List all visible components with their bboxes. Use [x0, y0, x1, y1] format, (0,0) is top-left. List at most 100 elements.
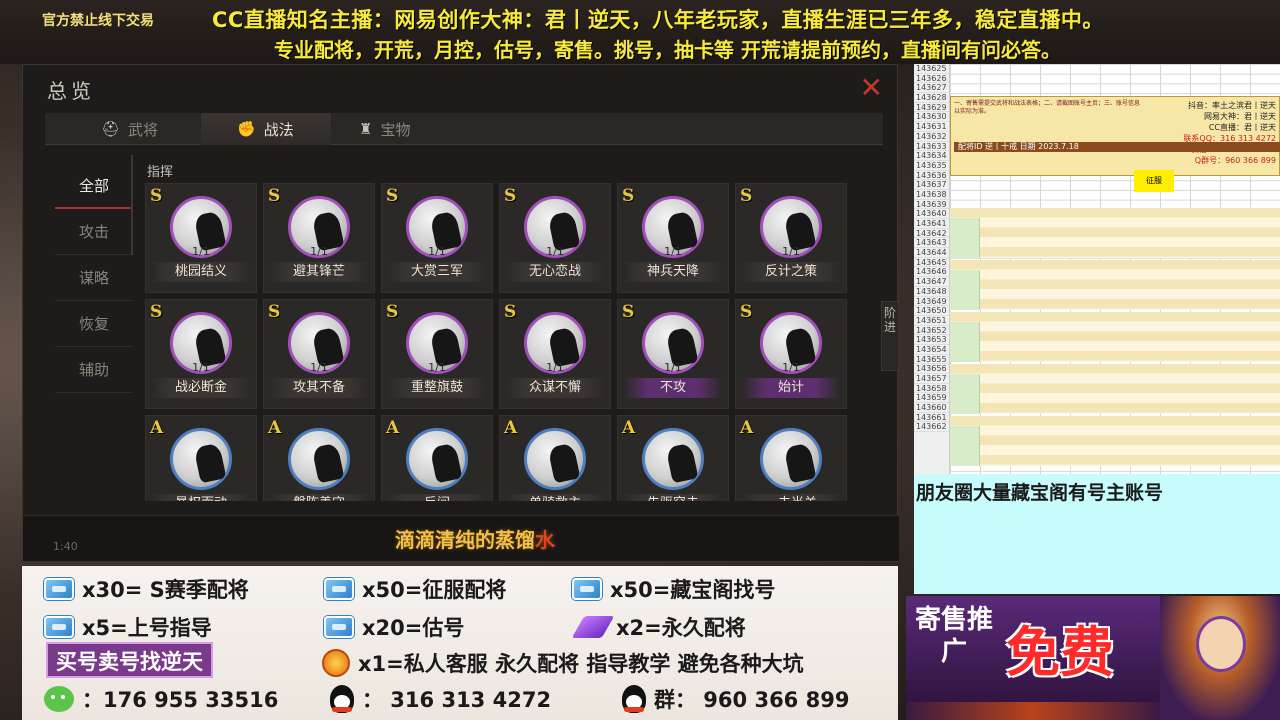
subtitle-caption: 滴滴清纯的蒸馏水	[395, 524, 555, 553]
row-number: 143652	[914, 326, 949, 336]
warrior-figure-icon	[783, 442, 817, 484]
skill-name: 战必断金	[152, 378, 250, 398]
skill-grade: S	[622, 186, 635, 206]
row-number: 143657	[914, 374, 949, 384]
sidebar-item-recover[interactable]: 恢复	[55, 301, 133, 347]
skill-level: 1/1	[192, 245, 210, 258]
trade-warning: 官方禁止线下交易	[42, 13, 154, 29]
price-text: x2=永久配将	[616, 616, 746, 640]
skill-card[interactable]: 1/1 S 不攻	[617, 299, 729, 409]
price-text: x50=藏宝阁找号	[610, 578, 776, 602]
skill-card[interactable]: A 单骑救主	[499, 415, 611, 501]
skill-card[interactable]: A 反间	[381, 415, 493, 501]
skill-portrait	[642, 428, 704, 490]
skill-name: 大赏三军	[388, 262, 486, 282]
skill-name: 桃园结义	[152, 262, 250, 282]
skill-name: 先驱突击	[624, 494, 722, 501]
row-number: 143642	[914, 229, 949, 239]
ticket-icon	[572, 578, 602, 600]
skill-name: 避其锋芒	[270, 262, 368, 282]
sheet-header-row: 配将ID 逆丨十戒 日期 2023.7.18	[954, 142, 1280, 152]
skill-card[interactable]: 1/1 S 战必断金	[145, 299, 257, 409]
advance-tab[interactable]: 阶进	[881, 301, 899, 371]
skill-card[interactable]: 1/1 S 无心恋战	[499, 183, 611, 293]
skill-level: 1/1	[192, 361, 210, 374]
caption-text: 滴滴清纯的蒸馏	[395, 528, 535, 552]
skill-grade: S	[504, 302, 517, 322]
row-number: 143627	[914, 83, 949, 94]
skill-card[interactable]: A 暴权而动	[145, 415, 257, 501]
skill-card[interactable]: 1/1 S 重整旗鼓	[381, 299, 493, 409]
sidebar-item-attack[interactable]: 攻击	[55, 209, 133, 255]
lineup-band	[950, 416, 1280, 466]
skill-card[interactable]: 1/1 S 桃园结义	[145, 183, 257, 293]
skill-portrait	[170, 428, 232, 490]
service-price-bar: x30= S赛季配将 x50=征服配将 x50=藏宝阁找号 x5=上号指导 x2…	[22, 566, 898, 720]
row-number: 143655	[914, 355, 949, 365]
lineup-band	[950, 260, 1280, 310]
row-number: 143648	[914, 287, 949, 297]
skill-portrait: 1/1	[170, 312, 232, 374]
row-number: 143631	[914, 122, 949, 132]
skill-level: 1/1	[546, 245, 564, 258]
row-number: 143638	[914, 190, 949, 200]
sidebar-item-strategy[interactable]: 谋略	[55, 255, 133, 301]
skill-level: 1/1	[782, 245, 800, 258]
skill-card[interactable]: 1/1 S 攻其不备	[263, 299, 375, 409]
skill-name: 无心恋战	[506, 262, 604, 282]
row-number: 143637	[914, 180, 949, 190]
cyan-notice-text: 朋友圈大量藏宝阁有号主账号	[916, 482, 1164, 504]
skill-portrait: 1/1	[760, 312, 822, 374]
price-text: x5=上号指导	[82, 616, 212, 640]
skill-card[interactable]: A 先驱突击	[617, 415, 729, 501]
wechat-icon	[44, 686, 74, 712]
row-number: 143640	[914, 209, 949, 219]
skill-card[interactable]: 1/1 S 神兵天降	[617, 183, 729, 293]
skill-grade: S	[386, 302, 399, 322]
sheet-contact-info: 抖音：率土之滨君丨逆天 网易大神：君丨逆天 CC直播：君丨逆天 联系QQ：316…	[1154, 100, 1280, 166]
qq-number: ： 316 313 4272	[362, 688, 552, 712]
skill-card[interactable]: 1/1 S 大赏三军	[381, 183, 493, 293]
tab-tactics[interactable]: ✊ 战法	[201, 113, 331, 145]
skill-grade: A	[740, 418, 754, 438]
skill-grade: S	[268, 186, 281, 206]
tab-generals[interactable]: ⛑ 武将	[81, 113, 201, 145]
skill-card[interactable]: A 磐陈善守	[263, 415, 375, 501]
section-label: 指挥	[147, 165, 174, 180]
sidebar-item-support[interactable]: 辅助	[55, 347, 133, 393]
row-number: 143629	[914, 103, 949, 113]
warrior-figure-icon	[311, 442, 345, 484]
warrior-figure-icon	[665, 442, 699, 484]
skill-level: 1/1	[428, 245, 446, 258]
tab-label: 武将	[128, 120, 159, 139]
skill-card[interactable]: 1/1 S 反计之策	[735, 183, 847, 293]
tab-treasure[interactable]: ♜ 宝物	[339, 113, 459, 145]
price-item: x50=征服配将	[324, 574, 506, 604]
skill-portrait: 1/1	[524, 312, 586, 374]
skill-card[interactable]: 1/1 S 众谋不懈	[499, 299, 611, 409]
row-number: 143651	[914, 316, 949, 326]
row-number: 143662	[914, 422, 949, 433]
tab-label: 战法	[263, 120, 294, 139]
sidebar-item-all[interactable]: 全部	[55, 163, 133, 209]
price-item: x30= S赛季配将	[44, 574, 249, 604]
skill-card[interactable]: A 一夫当关	[735, 415, 847, 501]
lineup-band	[950, 364, 1280, 414]
skill-card[interactable]: 1/1 S 避其锋芒	[263, 183, 375, 293]
skill-portrait: 1/1	[642, 196, 704, 258]
row-number: 143636	[914, 171, 949, 181]
skill-grade: S	[622, 302, 635, 322]
row-number: 143630	[914, 112, 949, 123]
sidebar-scrollbar[interactable]	[131, 155, 133, 255]
skill-card[interactable]: 1/1 S 始计	[735, 299, 847, 409]
flame-decoration	[906, 702, 1160, 720]
tab-bar: ⛑ 武将 ✊ 战法 ♜ 宝物	[45, 113, 883, 145]
window-title: 总览	[47, 79, 95, 103]
skill-grade: S	[150, 302, 163, 322]
skill-grade: A	[268, 418, 282, 438]
close-icon[interactable]: ✕	[860, 71, 883, 104]
skill-grade: A	[504, 418, 518, 438]
skill-name: 众谋不懈	[506, 378, 604, 398]
price-item: x20=估号	[324, 612, 464, 642]
skill-level: 1/1	[428, 361, 446, 374]
